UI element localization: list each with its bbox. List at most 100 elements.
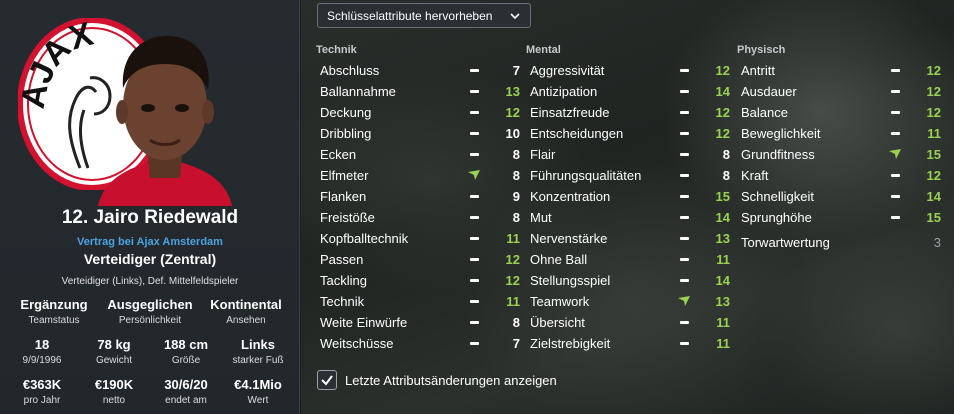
attribute-row[interactable]: Weite Einwürfe 8 — [320, 312, 520, 332]
attribute-row[interactable]: Sprunghöhe 15 — [741, 207, 941, 227]
attribute-name: Torwartwertung — [741, 234, 830, 250]
info-age: 18 9/9/1996 — [6, 337, 78, 366]
info-value: Ausgeglichen — [107, 297, 193, 312]
attribute-value: 12 — [505, 272, 520, 288]
checkbox-label: Letzte Attributsänderungen anzeigen — [345, 372, 557, 388]
no-change-icon — [676, 274, 692, 286]
attribute-row[interactable]: Antizipation 14 — [530, 81, 730, 101]
no-change-icon — [887, 211, 903, 223]
attribute-value: 14 — [715, 83, 730, 99]
info-value: Kontinental — [210, 297, 282, 312]
attribute-name: Entscheidungen — [530, 125, 624, 141]
attribute-row[interactable]: Deckung 12 — [320, 102, 520, 122]
attribute-name: Ecken — [320, 146, 357, 162]
no-change-icon — [676, 127, 692, 139]
player-name: 12. Jairo Riedewald — [61, 207, 239, 228]
attribute-value: 11 — [506, 293, 520, 309]
attribute-name: Einsatzfreude — [530, 104, 610, 120]
attribute-row[interactable]: Kopfballtechnik 11 — [320, 228, 520, 248]
attribute-row[interactable]: Abschluss 7 — [320, 60, 520, 80]
attribute-name: Antizipation — [530, 83, 598, 99]
contract-link[interactable]: Vertrag bei Ajax Amsterdam — [0, 236, 300, 248]
info-personality: Ausgeglichen Persönlichkeit — [102, 297, 198, 326]
player-positions-detail: Verteidiger (Links), Def. Mittelfeldspie… — [61, 276, 239, 287]
attribute-name: Passen — [320, 251, 364, 267]
attribute-row[interactable]: Flanken 9 — [320, 186, 520, 206]
attribute-row[interactable]: Flair 8 — [530, 144, 730, 164]
attribute-row[interactable]: Ecken 8 — [320, 144, 520, 164]
attribute-row[interactable]: Entscheidungen 12 — [530, 123, 730, 143]
info-foot: Links starker Fuß — [222, 337, 294, 366]
player-position: Verteidiger (Zentral) — [83, 251, 217, 267]
attribute-row[interactable]: Konzentration 15 — [530, 186, 730, 206]
info-label: starker Fuß — [232, 355, 284, 366]
info-label: Ansehen — [226, 315, 266, 326]
no-change-icon — [466, 85, 482, 97]
checkmark-icon — [321, 375, 333, 386]
attribute-name: Abschluss — [320, 62, 380, 78]
attribute-row[interactable]: Elfmeter 8 — [320, 165, 520, 185]
attribute-row[interactable]: Grundfitness 15 — [741, 144, 941, 164]
info-value: Ergänzung — [20, 297, 88, 312]
attribute-row[interactable]: Stellungsspiel 14 — [530, 270, 730, 290]
attribute-name: Übersicht — [530, 314, 585, 330]
attribute-row[interactable]: Führungsqualitäten 8 — [530, 165, 730, 185]
info-row-status: Ergänzung Teamstatus Ausgeglichen Persön… — [6, 297, 294, 326]
attribute-name: Technik — [320, 293, 365, 309]
attribute-row[interactable]: Einsatzfreude 12 — [530, 102, 730, 122]
attribute-row[interactable]: Zielstrebigkeit 11 — [530, 333, 730, 353]
attribute-name: Tackling — [320, 272, 367, 288]
highlight-attributes-dropdown[interactable]: Schlüsselattribute hervorheben — [317, 3, 531, 28]
attribute-row[interactable]: Freistöße 8 — [320, 207, 520, 227]
attribute-row[interactable]: Mut 14 — [530, 207, 730, 227]
info-row-physical: 18 9/9/1996 78 kg Gewicht 188 cm Größe L… — [6, 337, 294, 366]
attribute-name: Konzentration — [530, 188, 611, 204]
attribute-row[interactable]: Beweglichkeit 11 — [741, 123, 941, 143]
attribute-row[interactable]: Balance 12 — [741, 102, 941, 122]
attribute-value: 12 — [715, 104, 730, 120]
attribute-value: 7 — [512, 62, 520, 78]
no-change-icon — [887, 190, 903, 202]
attribute-row[interactable]: Passen 12 — [320, 249, 520, 269]
attribute-name: Flair — [530, 146, 556, 162]
attribute-row[interactable]: Aggressivität 12 — [530, 60, 730, 80]
attribute-value: 12 — [715, 62, 730, 78]
info-label: 9/9/1996 — [22, 355, 62, 366]
attribute-name: Ballannahme — [320, 83, 396, 99]
attribute-row[interactable]: Ballannahme 13 — [320, 81, 520, 101]
attribute-value: 11 — [506, 230, 520, 246]
attribute-name: Beweglichkeit — [741, 125, 821, 141]
attribute-row[interactable]: Nervenstärke 13 — [530, 228, 730, 248]
no-change-icon — [676, 211, 692, 223]
no-change-icon — [676, 190, 692, 202]
info-label: Größe — [171, 355, 201, 366]
attribute-row[interactable]: Weitschüsse 7 — [320, 333, 520, 353]
attribute-row[interactable]: Kraft 12 — [741, 165, 941, 185]
attribute-name: Führungsqualitäten — [530, 167, 642, 183]
show-recent-changes-toggle[interactable]: Letzte Attributsänderungen anzeigen — [317, 370, 557, 390]
attribute-row[interactable]: Antritt 12 — [741, 60, 941, 80]
attribute-row[interactable]: Torwartwertung 3 — [741, 232, 941, 252]
attribute-row[interactable]: Schnelligkeit 14 — [741, 186, 941, 206]
attribute-row[interactable]: Tackling 12 — [320, 270, 520, 290]
attribute-name: Ausdauer — [741, 83, 797, 99]
attribute-name: Schnelligkeit — [741, 188, 814, 204]
no-change-icon — [676, 253, 692, 265]
attribute-row[interactable]: Ohne Ball 11 — [530, 249, 730, 269]
no-change-icon — [676, 337, 692, 349]
attribute-name: Ohne Ball — [530, 251, 588, 267]
info-value: Links — [241, 337, 275, 352]
attribute-name: Kraft — [741, 167, 769, 183]
attribute-row[interactable]: Technik 11 — [320, 291, 520, 311]
attribute-row[interactable]: Übersicht 11 — [530, 312, 730, 332]
attribute-row[interactable]: Ausdauer 12 — [741, 81, 941, 101]
trend-up-icon — [887, 148, 903, 160]
attribute-value: 13 — [505, 83, 520, 99]
attribute-name: Weitschüsse — [320, 335, 394, 351]
no-change-icon — [466, 253, 482, 265]
no-change-icon — [676, 232, 692, 244]
attribute-row[interactable]: Dribbling 10 — [320, 123, 520, 143]
info-label: pro Jahr — [23, 395, 61, 406]
attribute-row[interactable]: Teamwork 13 — [530, 291, 730, 311]
checkbox[interactable] — [317, 370, 337, 390]
